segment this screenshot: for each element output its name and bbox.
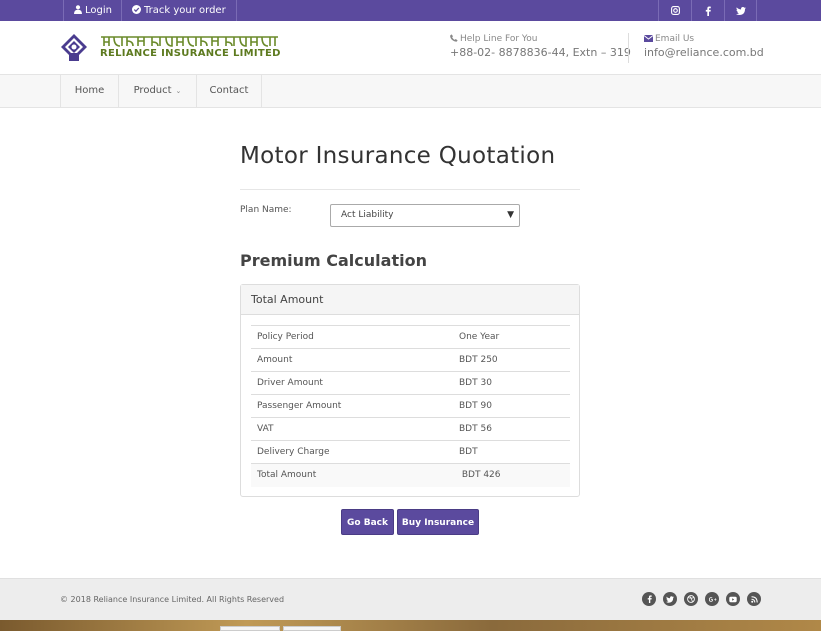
- row-value: BDT 30: [455, 371, 570, 395]
- table-row: VAT BDT 56: [251, 417, 570, 441]
- footer-twitter-link[interactable]: [663, 592, 677, 606]
- total-amount-panel: Total Amount Policy Period One Year Amoun…: [240, 284, 580, 497]
- dropdown-arrow-icon: ▼: [507, 210, 514, 220]
- row-label: Passenger Amount: [251, 394, 455, 418]
- helpline-label: Help Line For You: [450, 34, 537, 44]
- twitter-icon: [735, 6, 746, 15]
- footer-rss-link[interactable]: [747, 592, 761, 606]
- email-address[interactable]: info@reliance.com.bd: [644, 46, 764, 59]
- table-row: Delivery Charge BDT: [251, 440, 570, 464]
- row-label: VAT: [251, 417, 455, 441]
- instagram-icon: [670, 6, 680, 15]
- plan-selected-value: Act Liability: [341, 210, 394, 220]
- top-bar: Login Track your order: [0, 0, 821, 21]
- row-label: Total Amount: [251, 463, 455, 487]
- youtube-icon: [729, 596, 737, 602]
- nav-contact-label: Contact: [209, 85, 249, 96]
- nav-item-contact[interactable]: Contact: [196, 75, 262, 108]
- table-row: Passenger Amount BDT 90: [251, 394, 570, 418]
- logo-mark-icon: [61, 34, 87, 61]
- table-row: Driver Amount BDT 30: [251, 371, 570, 395]
- footer-dribbble-link[interactable]: [684, 592, 698, 606]
- nav-item-product[interactable]: Product ⌄: [118, 75, 196, 108]
- row-value: BDT 56: [455, 417, 570, 441]
- login-label: Login: [85, 5, 112, 16]
- footer-google-plus-link[interactable]: [705, 592, 719, 606]
- nav-item-home[interactable]: Home: [60, 75, 118, 108]
- header-divider: [628, 33, 629, 63]
- facebook-icon: [705, 6, 711, 16]
- company-logo[interactable]: [60, 33, 88, 67]
- login-link[interactable]: Login: [63, 0, 122, 21]
- row-label: Policy Period: [251, 325, 455, 349]
- user-icon: [74, 5, 82, 14]
- nav-home-label: Home: [74, 85, 105, 96]
- table-row: Policy Period One Year: [251, 325, 570, 349]
- email-label-text: Email Us: [655, 34, 695, 44]
- plan-name-label: Plan Name:: [240, 205, 292, 215]
- twitter-link[interactable]: [724, 0, 757, 21]
- row-value: BDT 90: [455, 394, 570, 418]
- helpline-label-text: Help Line For You: [460, 34, 538, 44]
- row-label: Delivery Charge: [251, 440, 455, 464]
- logo-english-text: RELIANCE INSURANCE LIMITED: [100, 48, 281, 59]
- helpline-number: +88-02- 8878836-44, Extn – 319: [450, 46, 631, 59]
- plan-name-select[interactable]: Act Liability ▼: [330, 204, 520, 227]
- row-value: One Year: [455, 325, 570, 349]
- row-value: BDT 250: [455, 348, 570, 372]
- row-label: Amount: [251, 348, 455, 372]
- taskbar-tab[interactable]: [283, 626, 341, 631]
- taskbar-tab[interactable]: [220, 626, 280, 631]
- logo-bengali-lettering: [101, 36, 278, 47]
- check-circle-icon: [132, 5, 141, 14]
- row-label: Driver Amount: [251, 371, 455, 395]
- track-order-link[interactable]: Track your order: [121, 0, 237, 21]
- site-footer: © 2018 Reliance Insurance Limited. All R…: [0, 578, 821, 620]
- go-back-button[interactable]: Go Back: [341, 509, 394, 535]
- panel-heading: Total Amount: [241, 285, 579, 315]
- table-row: Total Amount BDT 426: [251, 463, 570, 487]
- track-order-label: Track your order: [144, 5, 226, 16]
- rss-icon: [750, 595, 758, 603]
- facebook-link[interactable]: [691, 0, 724, 21]
- buy-insurance-button[interactable]: Buy Insurance: [397, 509, 479, 535]
- footer-youtube-link[interactable]: [726, 592, 740, 606]
- chevron-down-icon: ⌄: [175, 87, 182, 95]
- email-label: Email Us: [643, 34, 695, 44]
- title-divider: [240, 189, 580, 190]
- table-row: Amount BDT 250: [251, 348, 570, 372]
- premium-table: Policy Period One Year Amount BDT 250 Driv…: [251, 325, 570, 487]
- google-plus-icon: [708, 596, 716, 602]
- copyright-text: © 2018 Reliance Insurance Limited. All R…: [60, 595, 285, 604]
- footer-facebook-link[interactable]: [642, 592, 656, 606]
- row-value: BDT: [455, 440, 570, 464]
- envelope-icon: [643, 35, 654, 42]
- page-title: Motor Insurance Quotation: [240, 143, 556, 169]
- facebook-icon: [647, 595, 652, 603]
- premium-calculation-heading: Premium Calculation: [240, 251, 427, 270]
- phone-icon: [450, 34, 458, 42]
- site-header: RELIANCE INSURANCE LIMITED Help Line For…: [0, 21, 821, 75]
- nav-product-label: Product: [133, 85, 172, 96]
- main-nav: Home Product ⌄ Contact: [0, 75, 821, 108]
- dribbble-icon: [687, 595, 695, 603]
- twitter-icon: [666, 595, 674, 603]
- taskbar-strip: [0, 620, 821, 631]
- row-value: BDT 426: [455, 463, 570, 487]
- instagram-link[interactable]: [658, 0, 691, 21]
